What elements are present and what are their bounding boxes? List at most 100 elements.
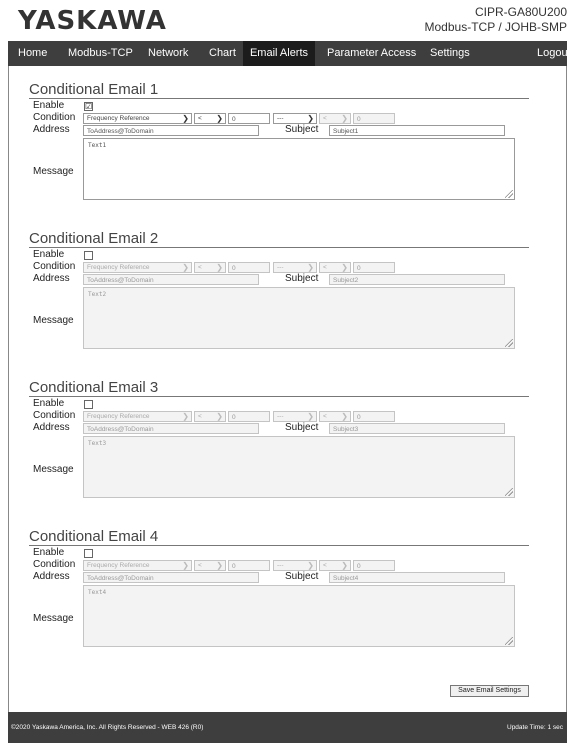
condition-parameter-value: Frequency Reference: [87, 115, 150, 122]
second-operator-value: <: [323, 562, 327, 569]
second-operator-value: <: [323, 264, 327, 271]
address-label: Address: [33, 571, 70, 582]
message-textarea[interactable]: Text4: [83, 585, 515, 647]
chevron-down-icon: ❯: [216, 114, 223, 123]
enable-label: Enable: [33, 249, 65, 260]
second-value-input[interactable]: 0: [353, 411, 395, 422]
address-input[interactable]: ToAddress@ToDomain: [83, 125, 259, 136]
condition-operator-value: <: [198, 264, 202, 271]
section-divider: [29, 98, 529, 99]
condition-parameter-select[interactable]: Frequency Reference ❯: [83, 411, 192, 422]
message-text: Text3: [88, 440, 107, 447]
address-input[interactable]: ToAddress@ToDomain: [83, 423, 259, 434]
logic-operator-select[interactable]: --- ❯: [273, 113, 317, 124]
second-value-input[interactable]: 0: [353, 560, 395, 571]
logic-operator-select[interactable]: --- ❯: [273, 262, 317, 273]
footer: ©2020 Yaskawa America, Inc. All Rights R…: [8, 712, 567, 743]
subject-input[interactable]: Subject2: [329, 274, 505, 285]
condition-value-input[interactable]: 0: [228, 411, 270, 422]
resize-handle-icon[interactable]: [505, 339, 513, 347]
condition-operator-select[interactable]: < ❯: [194, 411, 226, 422]
logic-operator-value: ---: [277, 413, 284, 420]
message-text: Text2: [88, 291, 107, 298]
enable-label: Enable: [33, 100, 65, 111]
condition-label: Condition: [33, 559, 76, 570]
nav-parameter-access[interactable]: Parameter Access: [327, 41, 416, 66]
address-input[interactable]: ToAddress@ToDomain: [83, 572, 259, 583]
footer-copyright: ©2020 Yaskawa America, Inc. All Rights R…: [11, 724, 204, 731]
conditional-email-section: Conditional Email 2 Enable Condition Freque…: [9, 230, 566, 370]
section-divider: [29, 545, 529, 546]
resize-handle-icon[interactable]: [505, 637, 513, 645]
condition-parameter-select[interactable]: Frequency Reference ❯: [83, 113, 192, 124]
condition-operator-select[interactable]: < ❯: [194, 113, 226, 124]
message-textarea[interactable]: Text1: [83, 138, 515, 200]
nav-email-alerts[interactable]: Email Alerts: [243, 41, 315, 66]
chevron-down-icon: ❯: [216, 561, 223, 570]
nav-bar: Home Modbus-TCP Network Chart Email Aler…: [8, 41, 567, 66]
condition-operator-select[interactable]: < ❯: [194, 262, 226, 273]
message-text: Text4: [88, 589, 107, 596]
resize-handle-icon[interactable]: [505, 190, 513, 198]
message-textarea[interactable]: Text2: [83, 287, 515, 349]
subject-label: Subject: [285, 422, 319, 433]
enable-checkbox[interactable]: ☑: [84, 102, 93, 111]
device-model: CIPR-GA80U200 Modbus-TCP / JOHB-SMP: [425, 5, 567, 35]
condition-operator-value: <: [198, 115, 202, 122]
enable-label: Enable: [33, 398, 65, 409]
nav-settings[interactable]: Settings: [430, 41, 470, 66]
chevron-down-icon: ❯: [341, 561, 348, 570]
second-operator-select[interactable]: < ❯: [319, 560, 351, 571]
chevron-down-icon: ❯: [182, 263, 189, 272]
second-operator-value: <: [323, 413, 327, 420]
enable-checkbox[interactable]: [84, 549, 93, 558]
model-protocol: Modbus-TCP / JOHB-SMP: [424, 20, 567, 34]
condition-value-input[interactable]: 0: [228, 113, 270, 124]
chevron-down-icon: ❯: [341, 412, 348, 421]
condition-value-input[interactable]: 0: [228, 262, 270, 273]
address-input[interactable]: ToAddress@ToDomain: [83, 274, 259, 285]
subject-input[interactable]: Subject1: [329, 125, 505, 136]
nav-network[interactable]: Network: [148, 41, 188, 66]
nav-chart[interactable]: Chart: [209, 41, 236, 66]
condition-parameter-select[interactable]: Frequency Reference ❯: [83, 560, 192, 571]
chevron-down-icon: ❯: [307, 263, 314, 272]
enable-checkbox[interactable]: [84, 400, 93, 409]
logic-operator-select[interactable]: --- ❯: [273, 560, 317, 571]
nav-modbus-tcp[interactable]: Modbus-TCP: [68, 41, 133, 66]
conditional-email-section: Conditional Email 1 Enable ☑ Condition Frequ…: [9, 81, 566, 221]
message-label: Message: [33, 166, 74, 177]
conditional-email-section: Conditional Email 3 Enable Condition Freque…: [9, 379, 566, 519]
subject-label: Subject: [285, 571, 319, 582]
enable-checkbox[interactable]: [84, 251, 93, 260]
condition-label: Condition: [33, 261, 76, 272]
nav-home[interactable]: Home: [18, 41, 47, 66]
save-email-settings-button[interactable]: Save Email Settings: [450, 685, 529, 697]
second-operator-select[interactable]: < ❯: [319, 262, 351, 273]
chevron-down-icon: ❯: [216, 263, 223, 272]
condition-parameter-select[interactable]: Frequency Reference ❯: [83, 262, 192, 273]
section-title: Conditional Email 2: [29, 230, 159, 247]
message-label: Message: [33, 315, 74, 326]
address-label: Address: [33, 124, 70, 135]
subject-input[interactable]: Subject4: [329, 572, 505, 583]
yaskawa-logo: YASKAWA: [18, 6, 167, 36]
enable-label: Enable: [33, 547, 65, 558]
second-operator-select[interactable]: < ❯: [319, 113, 351, 124]
condition-label: Condition: [33, 112, 76, 123]
logic-operator-select[interactable]: --- ❯: [273, 411, 317, 422]
second-operator-select[interactable]: < ❯: [319, 411, 351, 422]
condition-operator-select[interactable]: < ❯: [194, 560, 226, 571]
chevron-down-icon: ❯: [182, 412, 189, 421]
chevron-down-icon: ❯: [341, 263, 348, 272]
address-label: Address: [33, 422, 70, 433]
second-value-input[interactable]: 0: [353, 113, 395, 124]
message-textarea[interactable]: Text3: [83, 436, 515, 498]
condition-value-input[interactable]: 0: [228, 560, 270, 571]
nav-logout[interactable]: Logout: [537, 41, 567, 66]
logic-operator-value: ---: [277, 115, 284, 122]
chevron-down-icon: ❯: [307, 114, 314, 123]
second-value-input[interactable]: 0: [353, 262, 395, 273]
resize-handle-icon[interactable]: [505, 488, 513, 496]
subject-input[interactable]: Subject3: [329, 423, 505, 434]
